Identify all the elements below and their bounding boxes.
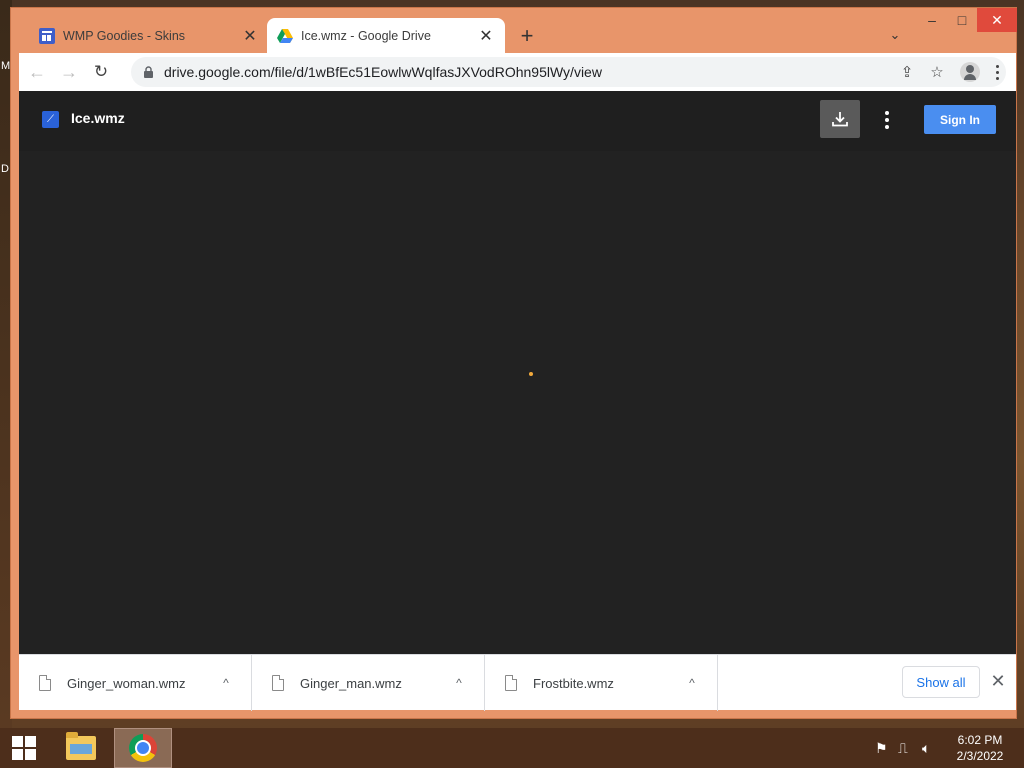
- download-item[interactable]: Frostbite.wmz ^: [485, 655, 718, 711]
- download-item[interactable]: Ginger_woman.wmz ^: [19, 655, 252, 711]
- tab-title: WMP Goodies - Skins: [63, 28, 186, 43]
- download-icon: [832, 112, 848, 127]
- share-icon[interactable]: ⇪: [892, 63, 922, 81]
- network-icon[interactable]: ⎍: [898, 740, 908, 757]
- chevron-up-icon[interactable]: ^: [444, 676, 474, 690]
- download-shelf: Ginger_woman.wmz ^ Ginger_man.wmz ^ Fros…: [19, 654, 1016, 711]
- chrome-icon: [129, 734, 157, 762]
- back-button[interactable]: ←: [23, 58, 51, 86]
- wmp-goodies-icon: [39, 27, 55, 44]
- close-tab-icon[interactable]: ✕: [477, 27, 495, 45]
- windows-logo-icon: [12, 736, 36, 760]
- chevron-up-icon[interactable]: ^: [677, 676, 707, 690]
- google-drive-icon: [277, 28, 293, 44]
- clock-time: 6:02 PM: [957, 733, 1003, 747]
- tab-strip: WMP Goodies - Skins ✕ Ice.wmz - Google D…: [11, 8, 1017, 53]
- start-button[interactable]: [0, 728, 48, 768]
- file-name: Ice.wmz: [71, 110, 125, 126]
- taskbar-chrome[interactable]: [114, 728, 172, 768]
- address-bar[interactable]: drive.google.com/file/d/1wBfEc51EowlwWql…: [131, 57, 1006, 87]
- chrome-menu-icon[interactable]: [988, 64, 1006, 80]
- close-shelf-icon[interactable]: ✕: [989, 671, 1007, 693]
- folder-icon: [66, 732, 96, 760]
- close-window-button[interactable]: ✕: [977, 8, 1017, 32]
- download-file-name: Frostbite.wmz: [533, 675, 614, 691]
- action-center-flag-icon[interactable]: ⚑: [875, 740, 888, 757]
- reload-button[interactable]: ↻: [87, 58, 115, 86]
- download-file-name: Ginger_man.wmz: [300, 675, 402, 691]
- more-actions-icon[interactable]: [881, 111, 893, 129]
- maximize-button[interactable]: □: [947, 8, 977, 32]
- download-button[interactable]: [820, 100, 860, 138]
- show-all-button[interactable]: Show all: [902, 666, 980, 698]
- profile-avatar-icon[interactable]: [960, 62, 980, 82]
- forward-button[interactable]: →: [55, 58, 83, 86]
- system-clock[interactable]: 6:02 PM 2/3/2022: [950, 732, 1010, 764]
- download-item[interactable]: Ginger_man.wmz ^: [252, 655, 485, 711]
- close-tab-icon[interactable]: ✕: [241, 27, 259, 45]
- url-text[interactable]: drive.google.com/file/d/1wBfEc51EowlwWql…: [164, 64, 892, 80]
- chevron-up-icon[interactable]: ^: [211, 676, 241, 690]
- chrome-window: WMP Goodies - Skins ✕ Ice.wmz - Google D…: [10, 7, 1017, 719]
- clock-date: 2/3/2022: [956, 749, 1004, 763]
- taskbar: ⚑ ⎍ 🔈︎ 6:02 PM 2/3/2022: [0, 728, 1024, 768]
- desktop-icon-label[interactable]: D: [1, 163, 9, 175]
- sign-in-button[interactable]: Sign In: [924, 105, 996, 134]
- file-type-icon: ⟋: [42, 111, 59, 128]
- file-icon: [39, 675, 51, 691]
- drive-viewer-header: ⟋ Ice.wmz Sign In: [19, 91, 1016, 151]
- tab-search-icon[interactable]: ⌄: [886, 27, 904, 45]
- new-tab-button[interactable]: +: [516, 25, 538, 47]
- lock-icon[interactable]: [143, 66, 155, 78]
- loading-spinner: [529, 372, 533, 376]
- bookmark-star-icon[interactable]: ☆: [922, 63, 952, 81]
- minimize-button[interactable]: –: [917, 8, 947, 32]
- tab-title: Ice.wmz - Google Drive: [301, 28, 431, 43]
- volume-icon[interactable]: 🔈︎: [922, 740, 930, 757]
- drive-viewer: ⟋ Ice.wmz Sign In: [19, 91, 1016, 654]
- file-icon: [272, 675, 284, 691]
- tab-google-drive[interactable]: Ice.wmz - Google Drive ✕: [267, 18, 505, 53]
- desktop-icon-label[interactable]: M: [1, 60, 10, 72]
- browser-toolbar: ← → ↻ drive.google.com/file/d/1wBfEc51Eo…: [19, 53, 1016, 91]
- tab-wmp-goodies[interactable]: WMP Goodies - Skins ✕: [29, 18, 269, 53]
- taskbar-file-explorer[interactable]: [52, 728, 110, 768]
- download-file-name: Ginger_woman.wmz: [67, 675, 186, 691]
- file-icon: [505, 675, 517, 691]
